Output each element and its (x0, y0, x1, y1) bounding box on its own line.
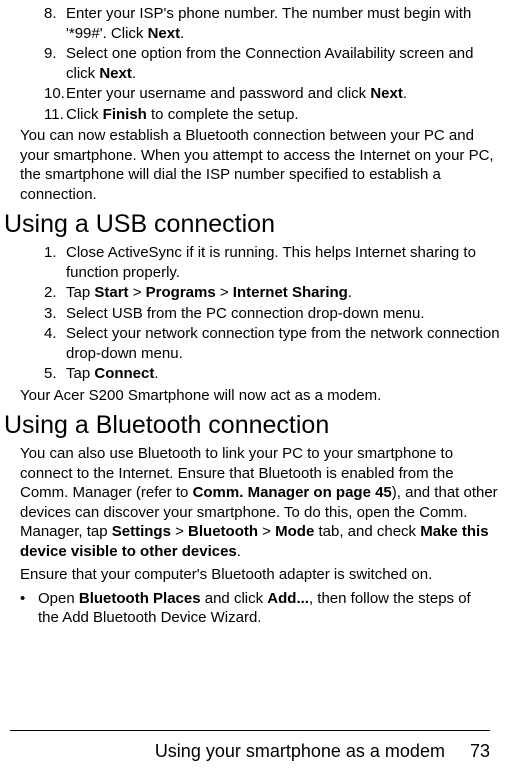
usb-step-1: 1. Close ActiveSync if it is running. Th… (44, 243, 508, 282)
page-number: 73 (470, 741, 490, 762)
bt-para-1: You can also use Bluetooth to link your … (2, 444, 508, 561)
step-text: Select your network connection type from… (66, 324, 508, 363)
step-number: 11. (44, 105, 66, 125)
usb-step-5: 5. Tap Connect. (44, 364, 508, 384)
step-number: 8. (44, 4, 66, 43)
step-text: Tap Connect. (66, 364, 508, 384)
usb-followup: Your Acer S200 Smartphone will now act a… (2, 386, 508, 406)
page-footer: Using your smartphone as a modem 73 (10, 730, 490, 762)
step-9: 9. Select one option from the Connection… (44, 44, 508, 83)
step-11: 11. Click Finish to complete the setup. (44, 105, 508, 125)
step-text: Select one option from the Connection Av… (66, 44, 508, 83)
bullet-icon: • (20, 589, 38, 628)
step-number: 5. (44, 364, 66, 384)
footer-title: Using your smartphone as a modem (155, 741, 445, 761)
step-text: Click Finish to complete the setup. (66, 105, 508, 125)
usb-step-4: 4. Select your network connection type f… (44, 324, 508, 363)
step-number: 10. (44, 84, 66, 104)
usb-heading: Using a USB connection (4, 210, 508, 239)
step-text: Enter your username and password and cli… (66, 84, 508, 104)
step-number: 1. (44, 243, 66, 282)
step-text: Select USB from the PC connection drop-d… (66, 304, 508, 324)
usb-step-3: 3. Select USB from the PC connection dro… (44, 304, 508, 324)
step-text: Enter your ISP's phone number. The numbe… (66, 4, 508, 43)
bt-para-2: Ensure that your computer's Bluetooth ad… (2, 565, 508, 585)
step-number: 2. (44, 283, 66, 303)
usb-step-2: 2. Tap Start > Programs > Internet Shari… (44, 283, 508, 303)
step-text: Tap Start > Programs > Internet Sharing. (66, 283, 508, 303)
bt-heading: Using a Bluetooth connection (4, 411, 508, 440)
usb-steps-list: 1. Close ActiveSync if it is running. Th… (2, 243, 508, 384)
bullet-text: Open Bluetooth Places and click Add..., … (38, 589, 472, 628)
intro-steps-list: 8. Enter your ISP's phone number. The nu… (2, 4, 508, 124)
step-text: Close ActiveSync if it is running. This … (66, 243, 508, 282)
step-8: 8. Enter your ISP's phone number. The nu… (44, 4, 508, 43)
bt-bullet: • Open Bluetooth Places and click Add...… (2, 589, 508, 628)
step-number: 9. (44, 44, 66, 83)
step-number: 3. (44, 304, 66, 324)
step-number: 4. (44, 324, 66, 363)
step-10: 10. Enter your username and password and… (44, 84, 508, 104)
intro-followup: You can now establish a Bluetooth connec… (2, 126, 508, 204)
